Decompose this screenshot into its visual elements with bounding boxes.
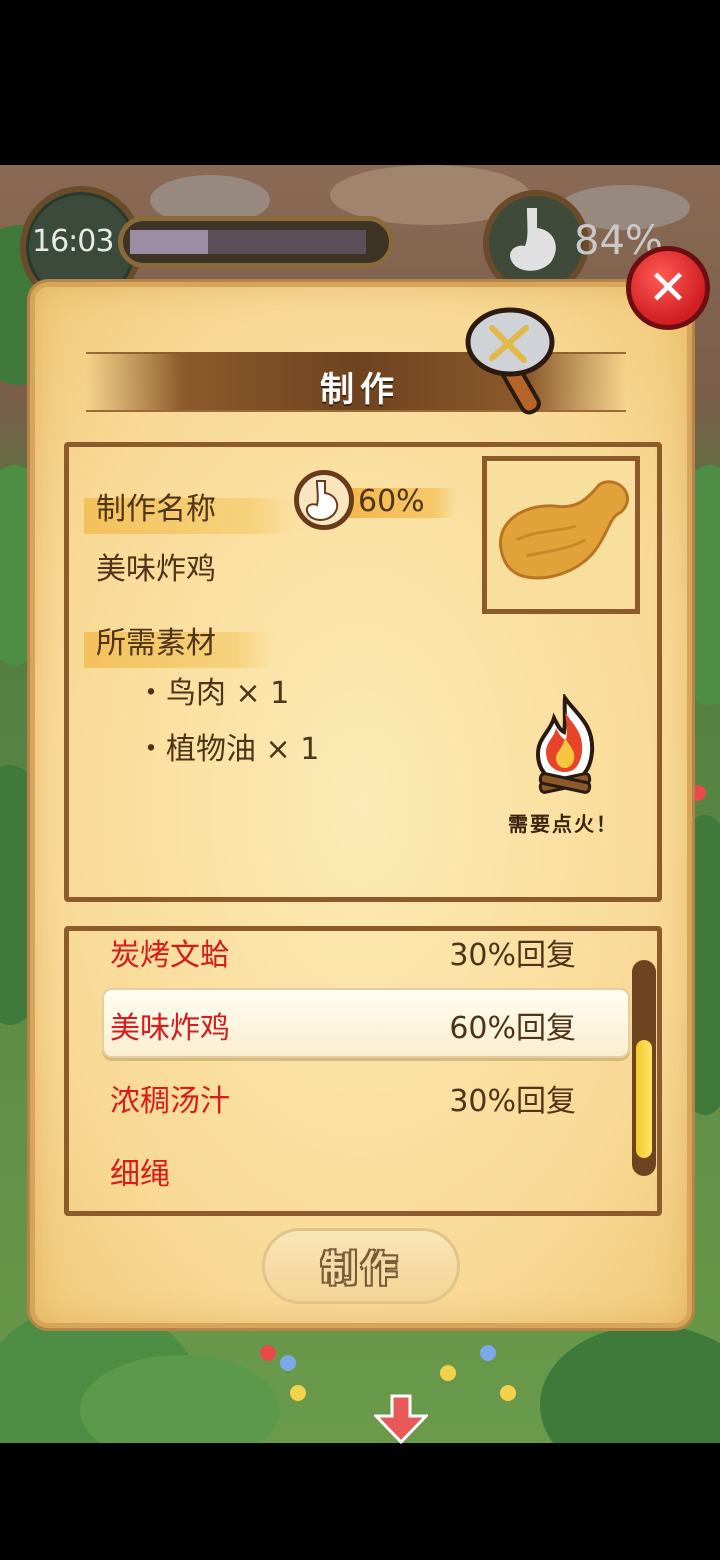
fried-chicken-icon	[499, 480, 629, 580]
close-button[interactable]: ✕	[626, 246, 710, 330]
stomach-icon	[510, 208, 556, 271]
list-scroll-thumb[interactable]	[636, 1040, 652, 1158]
item-name: 美味炸鸡	[96, 552, 216, 587]
recipe-name: 细绳	[110, 1157, 170, 1192]
recovery-percent: 60%	[358, 484, 425, 519]
name-label: 制作名称	[96, 492, 216, 527]
make-button[interactable]: 制作	[262, 1228, 460, 1304]
item-image-frame	[482, 456, 640, 614]
recipe-row[interactable]: 浓稠汤汁 30%回复	[46, 1076, 576, 1142]
make-button-label: 制作	[320, 1249, 401, 1290]
time-progress-fill	[130, 230, 208, 254]
down-arrow-icon[interactable]	[374, 1394, 428, 1444]
stomach-icon	[294, 470, 354, 530]
recipe-name: 美味炸鸡	[110, 1011, 230, 1046]
campfire-icon	[535, 694, 595, 794]
recipe-recovery: 30%回复	[449, 1084, 576, 1119]
recipe-row-selected[interactable]: 美味炸鸡 60%回复	[46, 1003, 576, 1069]
recipe-row[interactable]: 炭烤文蛤 30%回复	[46, 930, 576, 996]
recipe-name: 炭烤文蛤	[110, 938, 230, 973]
material-item: ・鸟肉 × 1	[136, 676, 290, 711]
clock-time: 16:03	[32, 224, 114, 259]
recipe-recovery: 30%回复	[449, 938, 576, 973]
recipe-recovery: 60%回复	[449, 1011, 576, 1046]
recipe-row[interactable]: 细绳	[46, 1149, 576, 1215]
material-item: ・植物油 × 1	[136, 732, 320, 767]
stone-axe-icon	[465, 307, 555, 415]
dialog-title: 制作	[320, 370, 400, 410]
recipe-name: 浓稠汤汁	[110, 1084, 230, 1119]
materials-label: 所需素材	[96, 626, 216, 661]
close-icon: ✕	[647, 260, 689, 316]
fire-required-note: 需要点火！	[508, 812, 618, 836]
